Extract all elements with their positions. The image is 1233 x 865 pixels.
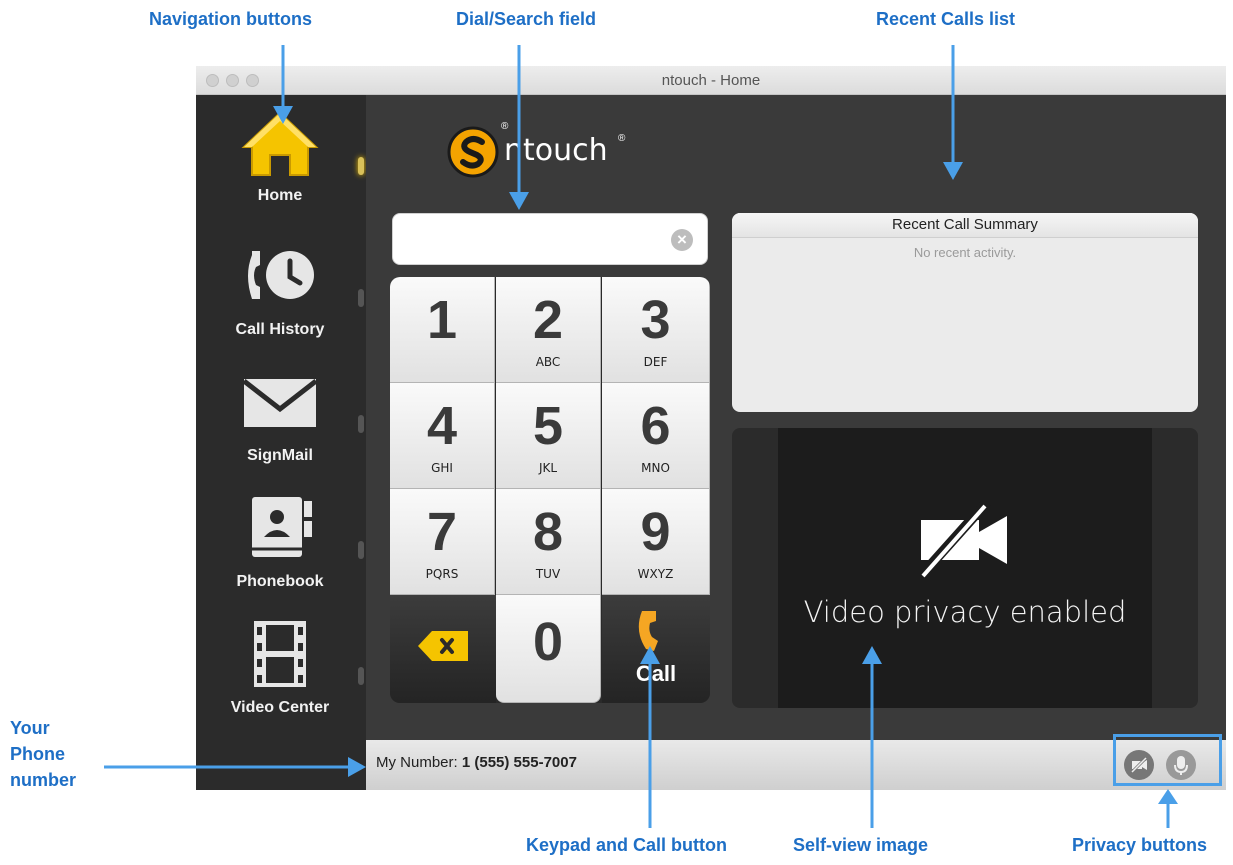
arrowhead-privacy [1158, 789, 1178, 804]
arrowhead-dial [509, 192, 529, 210]
arrowhead-keypad [640, 646, 660, 664]
annotation-arrows [104, 45, 1178, 828]
arrowhead-phone-number [348, 757, 366, 777]
arrowhead-self-view [862, 646, 882, 664]
arrowhead-recent [943, 162, 963, 180]
arrowhead-navigation [273, 106, 293, 124]
